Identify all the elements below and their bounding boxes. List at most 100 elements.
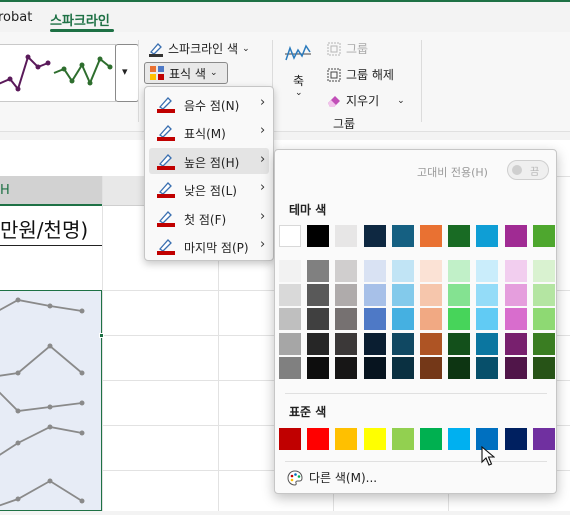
theme-shade-swatch[interactable] xyxy=(307,308,330,331)
standard-color-swatch[interactable] xyxy=(391,428,414,450)
standard-color-swatch[interactable] xyxy=(279,428,301,450)
marker-menu-item[interactable]: 높은 점(H) › xyxy=(149,147,269,174)
high-contrast-toggle[interactable]: 끔 xyxy=(507,160,549,180)
theme-shade-swatch[interactable] xyxy=(448,356,471,379)
eraser-icon xyxy=(328,95,340,107)
theme-shade-swatch[interactable] xyxy=(279,308,301,331)
axis-button[interactable]: 축 ⌄ xyxy=(283,42,315,104)
sparkline-style-gallery[interactable] xyxy=(0,44,116,102)
sparkline-style-preview xyxy=(0,54,113,92)
theme-shade-swatch[interactable] xyxy=(279,356,301,379)
theme-shade-swatch[interactable] xyxy=(307,284,330,307)
standard-color-swatch[interactable] xyxy=(363,428,386,450)
standard-color-swatch[interactable] xyxy=(448,428,471,450)
theme-shade-swatch[interactable] xyxy=(420,308,442,331)
theme-shade-swatch[interactable] xyxy=(504,332,527,355)
theme-shade-swatch[interactable] xyxy=(307,260,330,282)
sparkline-color-button[interactable]: 스파크라인 색 ⌄ xyxy=(148,40,250,57)
theme-shade-swatch[interactable] xyxy=(391,332,414,355)
theme-shade-swatch[interactable] xyxy=(335,284,358,307)
group-section-label: 그룹 xyxy=(333,117,356,131)
clear-button[interactable]: 지우기 ⌄ xyxy=(326,92,405,109)
theme-shade-swatch[interactable] xyxy=(391,284,414,307)
theme-shade-swatch[interactable] xyxy=(420,284,442,307)
axis-label: 축 xyxy=(293,74,305,88)
theme-shade-swatch[interactable] xyxy=(476,308,499,331)
marker-menu-item[interactable]: 표식(M) › xyxy=(149,119,269,145)
theme-shade-swatch[interactable] xyxy=(363,332,386,355)
theme-shade-swatch[interactable] xyxy=(448,284,471,307)
theme-shade-swatch[interactable] xyxy=(363,308,386,331)
theme-shade-swatch[interactable] xyxy=(504,284,527,307)
marker-menu-item[interactable]: 첫 점(F) › xyxy=(149,205,269,231)
pen-color-icon xyxy=(157,97,175,113)
ungroup-button[interactable]: 그룹 해제 xyxy=(326,66,394,83)
theme-shade-swatch[interactable] xyxy=(532,260,555,282)
sparkline-color-label: 스파크라인 색 xyxy=(168,42,239,56)
standard-color-swatch[interactable] xyxy=(420,428,442,450)
gallery-more-button[interactable]: ▾ xyxy=(115,44,139,102)
theme-shade-swatch[interactable] xyxy=(420,332,442,355)
marker-menu-item[interactable]: 음수 점(N) › xyxy=(149,91,269,117)
theme-shade-swatch[interactable] xyxy=(504,308,527,331)
theme-color-swatch[interactable] xyxy=(476,225,499,247)
theme-shade-swatch[interactable] xyxy=(532,308,555,331)
theme-color-swatch[interactable] xyxy=(448,225,471,247)
theme-color-swatch[interactable] xyxy=(391,225,414,247)
column-header-h[interactable]: H xyxy=(0,176,102,206)
standard-color-swatch[interactable] xyxy=(335,428,358,450)
theme-shade-swatch[interactable] xyxy=(307,356,330,379)
theme-color-swatch[interactable] xyxy=(335,225,358,247)
group-button[interactable]: 그룹 xyxy=(326,40,368,57)
fill-handle[interactable] xyxy=(99,333,104,338)
theme-color-swatch[interactable] xyxy=(420,225,442,247)
theme-shade-swatch[interactable] xyxy=(279,332,301,355)
theme-shade-swatch[interactable] xyxy=(532,284,555,307)
theme-color-swatch[interactable] xyxy=(504,225,527,247)
theme-shade-swatch[interactable] xyxy=(476,284,499,307)
chevron-down-icon: ⌄ xyxy=(397,95,405,106)
marker-menu-item[interactable]: 낮은 점(L) › xyxy=(149,176,269,202)
standard-color-swatch[interactable] xyxy=(504,428,527,450)
sparkline-range[interactable] xyxy=(0,290,102,511)
theme-shade-swatch[interactable] xyxy=(363,284,386,307)
theme-shade-swatch[interactable] xyxy=(504,356,527,379)
theme-shade-swatch[interactable] xyxy=(504,260,527,282)
theme-shade-swatch[interactable] xyxy=(335,356,358,379)
marker-color-button[interactable]: 표식 색 ⌄ xyxy=(144,62,228,84)
more-colors-button[interactable]: 다른 색(M)... xyxy=(285,466,547,488)
title-cell[interactable]: 만원/천명) xyxy=(0,214,88,243)
theme-shade-swatch[interactable] xyxy=(532,356,555,379)
standard-color-swatch[interactable] xyxy=(532,428,555,450)
theme-shade-swatch[interactable] xyxy=(448,260,471,282)
theme-shade-swatch[interactable] xyxy=(420,356,442,379)
theme-color-swatch[interactable] xyxy=(279,225,301,247)
theme-shade-swatch[interactable] xyxy=(279,260,301,282)
theme-color-swatch[interactable] xyxy=(307,225,330,247)
theme-shade-swatch[interactable] xyxy=(363,356,386,379)
tab-sparkline[interactable]: 스파크라인 xyxy=(50,10,110,29)
theme-shade-swatch[interactable] xyxy=(279,284,301,307)
theme-shade-swatch[interactable] xyxy=(532,332,555,355)
theme-shade-swatch[interactable] xyxy=(335,308,358,331)
theme-shade-swatch[interactable] xyxy=(448,308,471,331)
marker-menu-item[interactable]: 마지막 점(P) › xyxy=(149,233,269,259)
theme-shade-swatch[interactable] xyxy=(391,260,414,282)
tab-acrobat[interactable]: robat xyxy=(0,10,32,25)
theme-shade-swatch[interactable] xyxy=(420,260,442,282)
theme-shade-swatch[interactable] xyxy=(476,260,499,282)
theme-shade-swatch[interactable] xyxy=(391,356,414,379)
theme-color-swatch[interactable] xyxy=(532,225,555,247)
theme-shade-swatch[interactable] xyxy=(307,332,330,355)
theme-shade-swatch[interactable] xyxy=(476,356,499,379)
theme-shade-swatch[interactable] xyxy=(391,308,414,331)
theme-shade-swatch[interactable] xyxy=(335,260,358,282)
theme-shade-swatch[interactable] xyxy=(363,260,386,282)
theme-shade-swatch[interactable] xyxy=(448,332,471,355)
theme-shade-swatch[interactable] xyxy=(335,332,358,355)
standard-color-swatch[interactable] xyxy=(307,428,330,450)
sparklines xyxy=(0,297,85,507)
theme-shade-swatch[interactable] xyxy=(476,332,499,355)
theme-color-swatch[interactable] xyxy=(363,225,386,247)
chevron-right-icon: › xyxy=(260,95,266,110)
